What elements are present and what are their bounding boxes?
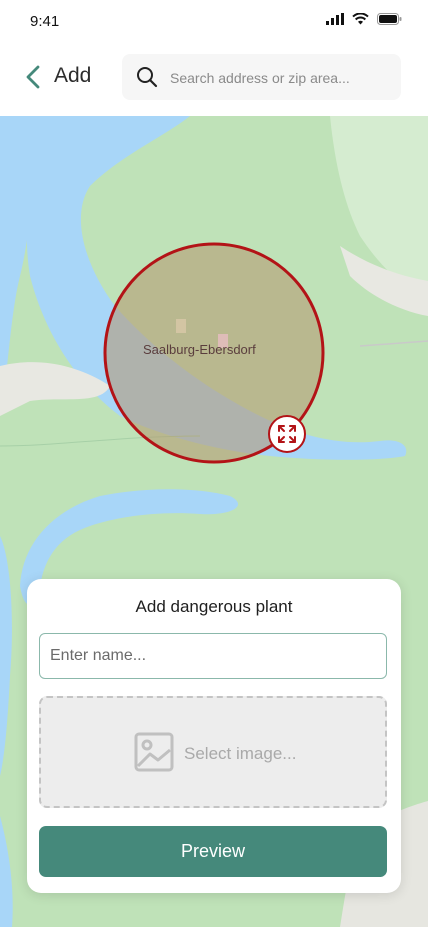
signal-icon — [326, 13, 344, 25]
name-input[interactable] — [39, 633, 387, 679]
card-title: Add dangerous plant — [135, 597, 293, 616]
image-icon — [134, 732, 174, 772]
search-bar[interactable] — [122, 54, 401, 102]
back-button[interactable] — [22, 64, 46, 90]
radius-resize-handle[interactable] — [268, 415, 306, 453]
expand-arrows-icon — [278, 425, 296, 443]
select-image-label: Select image... — [184, 744, 297, 763]
status-icons — [326, 13, 402, 25]
preview-button[interactable]: Preview — [39, 826, 387, 877]
chevron-left-icon — [26, 65, 40, 89]
page-title: Add — [54, 64, 92, 87]
header: Add — [0, 44, 428, 116]
search-icon — [137, 67, 158, 88]
select-image-dropzone[interactable]: Select image... — [39, 696, 387, 808]
battery-icon — [377, 13, 402, 25]
wifi-icon — [352, 13, 369, 25]
search-input[interactable] — [168, 54, 397, 102]
status-time: 9:41 — [30, 13, 60, 30]
map-place-label: Saalburg-Ebersdorf — [143, 342, 256, 357]
status-bar: 9:41 — [0, 0, 428, 44]
add-plant-card: Add dangerous plant Select image... Prev… — [27, 579, 401, 893]
